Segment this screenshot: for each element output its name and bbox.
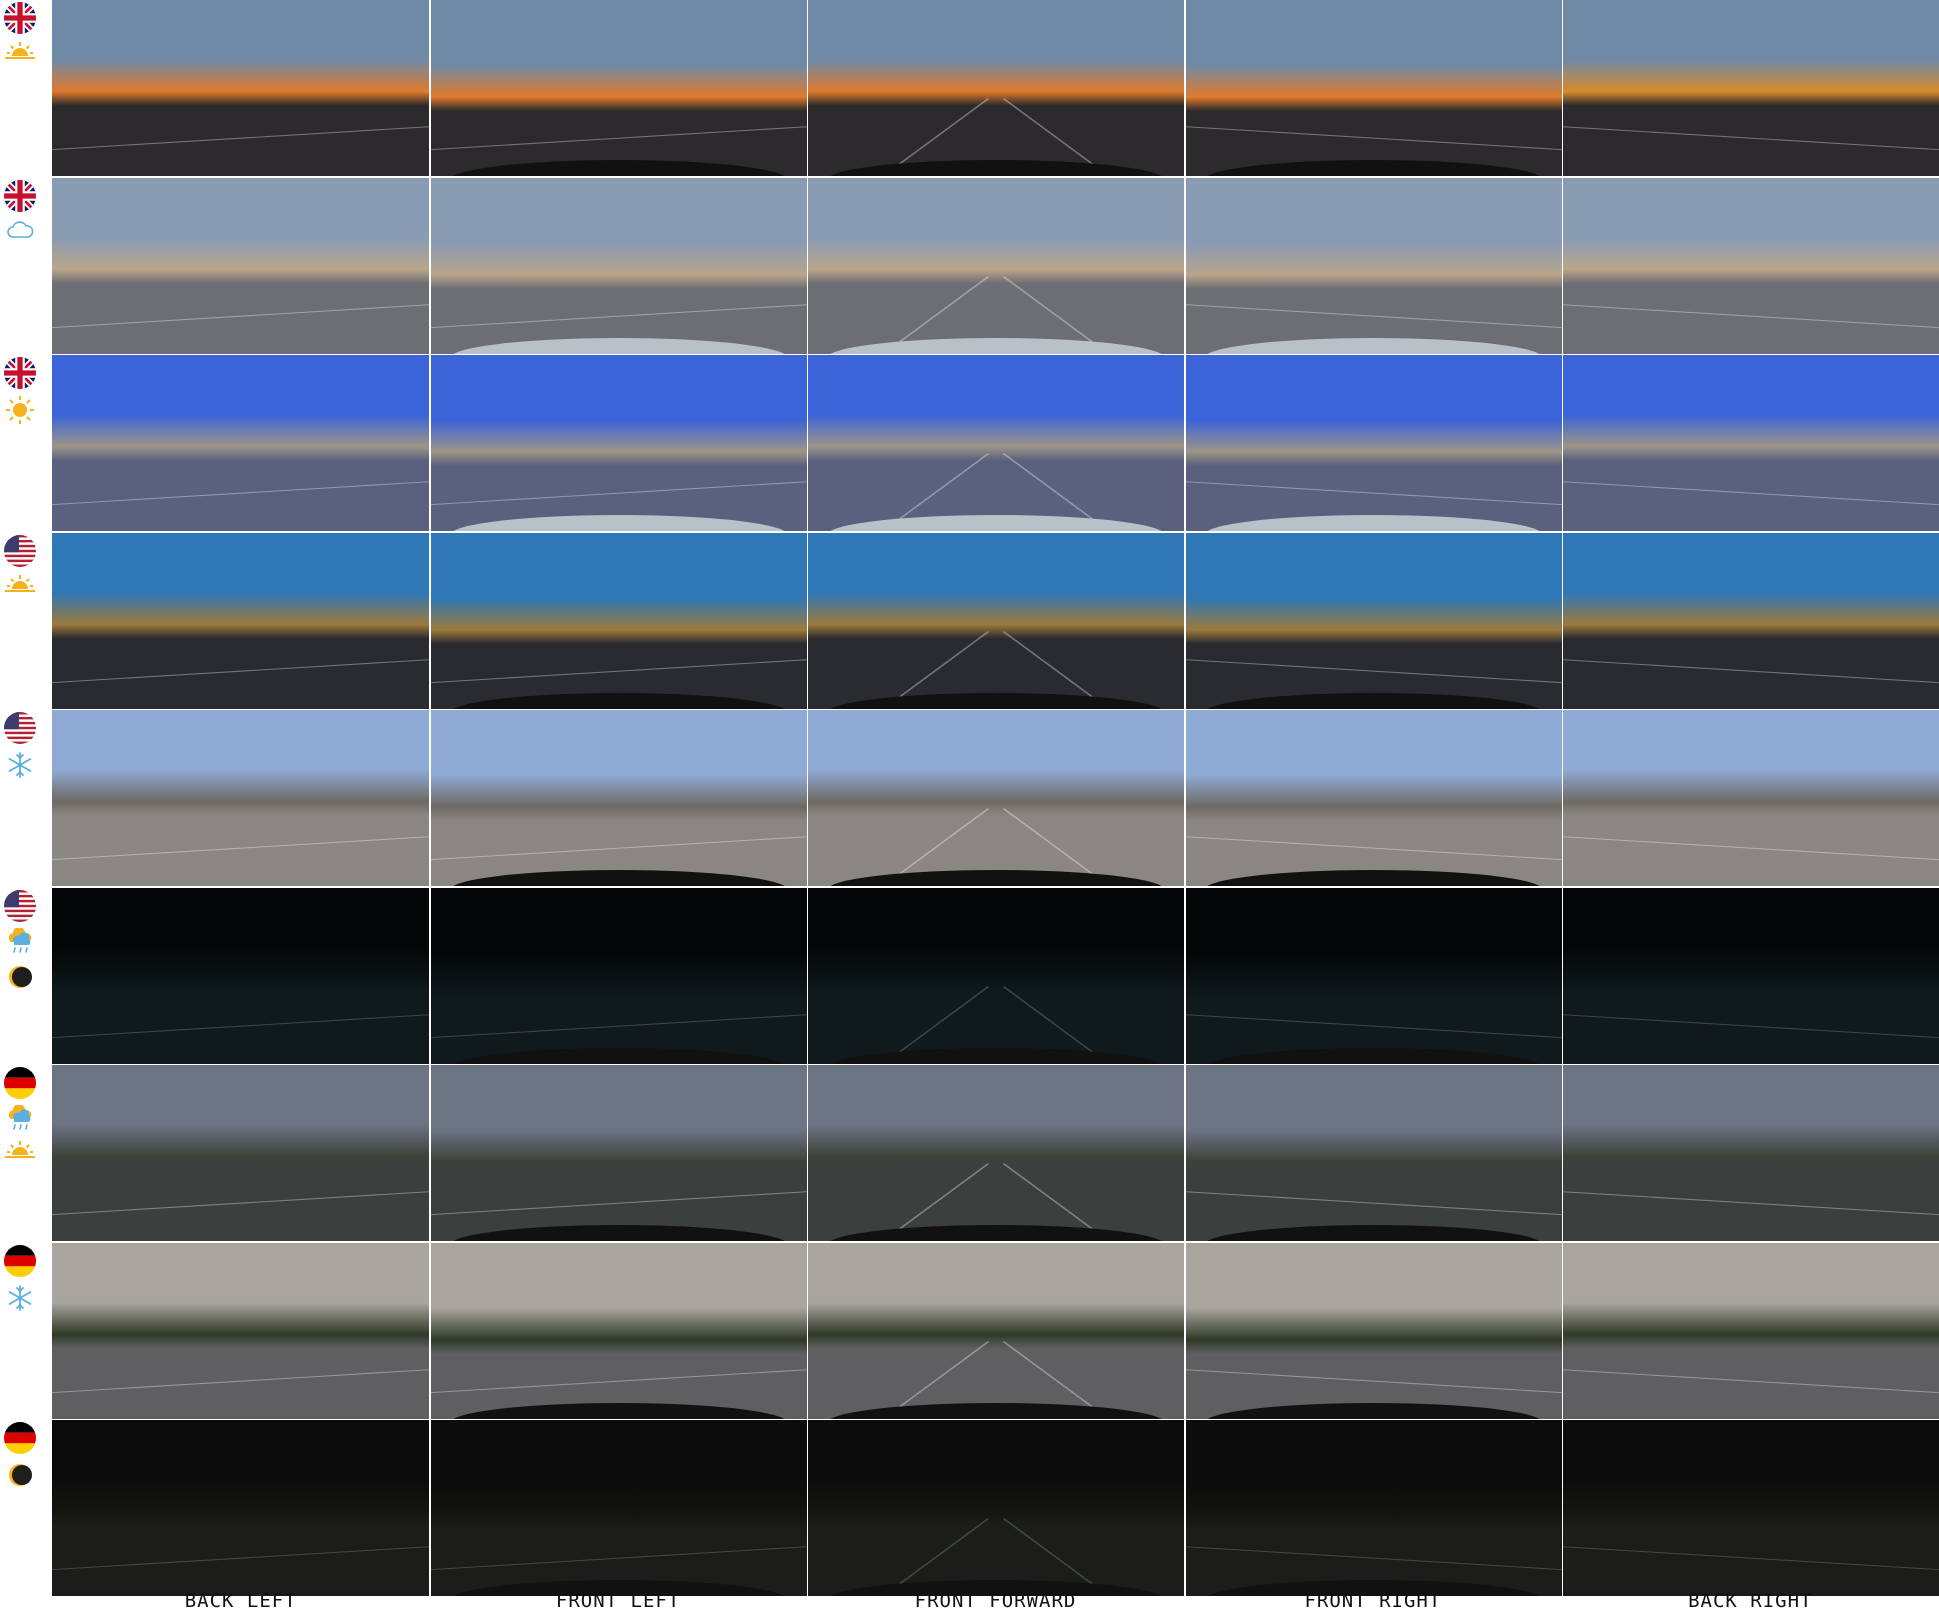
moon-icon [5, 962, 35, 990]
cloud-icon [5, 218, 35, 246]
camera-image-front-left [430, 1420, 807, 1596]
camera-image-back-right [1563, 1420, 1939, 1596]
camera-image-back-right [1563, 710, 1939, 886]
camera-image-front-right [1185, 1420, 1562, 1596]
moon-icon [5, 1460, 35, 1488]
scene-row [0, 1420, 1939, 1596]
camera-image-back-left [52, 355, 430, 531]
de-flag-icon [4, 1422, 36, 1454]
column-label: FRONT RIGHT [1304, 1590, 1442, 1612]
column-label: BACK LEFT [184, 1590, 297, 1612]
column-label: FRONT FORWARD [914, 1590, 1077, 1612]
camera-image-front-right [1185, 710, 1562, 886]
camera-image-front-left [430, 710, 807, 886]
camera-image-front-forward [808, 887, 1185, 1064]
camera-image-back-left [52, 887, 430, 1064]
uk-flag-icon [4, 179, 36, 212]
camera-image-front-forward [808, 532, 1185, 709]
rain-icon [5, 927, 35, 956]
us-flag-icon [4, 534, 36, 567]
snowflake-icon [5, 1283, 35, 1311]
camera-image-back-right [1563, 1242, 1939, 1419]
de-flag-icon [4, 1244, 36, 1277]
sun-icon [5, 395, 35, 424]
camera-image-front-left [430, 1065, 807, 1241]
scene-row [0, 710, 1939, 886]
us-flag-icon [4, 889, 36, 922]
driving-scenes-figure [0, 0, 1939, 1616]
sunrise-icon [5, 1139, 35, 1167]
sunrise-icon [5, 40, 35, 68]
camera-image-front-right [1185, 355, 1562, 531]
camera-image-front-left [430, 1242, 807, 1419]
camera-image-back-left [52, 1420, 430, 1596]
camera-image-front-forward [808, 177, 1185, 354]
row-icons [0, 1420, 40, 1598]
row-icons [0, 710, 40, 888]
camera-image-back-left [52, 1242, 430, 1419]
uk-flag-icon [4, 357, 36, 389]
camera-image-back-left [52, 177, 430, 354]
column-labels: BACK LEFT FRONT LEFT FRONT FORWARD FRONT RI… [0, 1590, 1939, 1616]
scene-row [0, 1065, 1939, 1241]
camera-image-back-right [1563, 177, 1939, 354]
camera-image-back-right [1563, 1065, 1939, 1241]
camera-image-front-forward [808, 355, 1185, 531]
sunrise-icon [5, 573, 35, 601]
row-icons [0, 533, 40, 711]
camera-image-front-left [430, 532, 807, 709]
camera-image-front-right [1185, 1065, 1562, 1241]
de-flag-icon [4, 1067, 36, 1099]
uk-flag-icon [4, 2, 36, 34]
camera-image-front-forward [808, 1420, 1185, 1596]
camera-image-front-left [430, 887, 807, 1064]
camera-image-front-forward [808, 0, 1185, 176]
camera-image-back-right [1563, 0, 1939, 176]
camera-image-front-forward [808, 1065, 1185, 1241]
camera-image-back-left [52, 710, 430, 886]
row-icons [0, 355, 40, 533]
camera-image-back-right [1563, 355, 1939, 531]
scene-row [0, 887, 1939, 1066]
camera-image-back-left [52, 1065, 430, 1241]
camera-image-front-forward [808, 710, 1185, 886]
camera-image-back-left [52, 532, 430, 709]
scene-row [0, 0, 1939, 176]
camera-image-front-right [1185, 887, 1562, 1064]
row-icons [0, 0, 40, 178]
camera-image-front-right [1185, 0, 1562, 176]
scene-row [0, 177, 1939, 356]
row-icons [0, 178, 40, 356]
camera-image-front-forward [808, 1242, 1185, 1419]
row-icons [0, 888, 40, 1066]
camera-image-front-right [1185, 1242, 1562, 1419]
row-icons [0, 1065, 40, 1243]
camera-image-front-right [1185, 532, 1562, 709]
scene-row [0, 355, 1939, 531]
camera-image-back-right [1563, 887, 1939, 1064]
row-icons [0, 1243, 40, 1421]
column-label: BACK RIGHT [1688, 1590, 1813, 1612]
rain-icon [5, 1105, 35, 1133]
camera-image-back-right [1563, 532, 1939, 709]
camera-image-front-left [430, 355, 807, 531]
column-label: FRONT LEFT [555, 1590, 681, 1612]
scene-row [0, 532, 1939, 711]
camera-image-front-left [430, 177, 807, 354]
us-flag-icon [4, 712, 36, 744]
camera-image-back-left [52, 0, 430, 176]
camera-image-front-left [430, 0, 807, 176]
scene-row [0, 1242, 1939, 1421]
snowflake-icon [5, 750, 35, 778]
camera-image-front-right [1185, 177, 1562, 354]
